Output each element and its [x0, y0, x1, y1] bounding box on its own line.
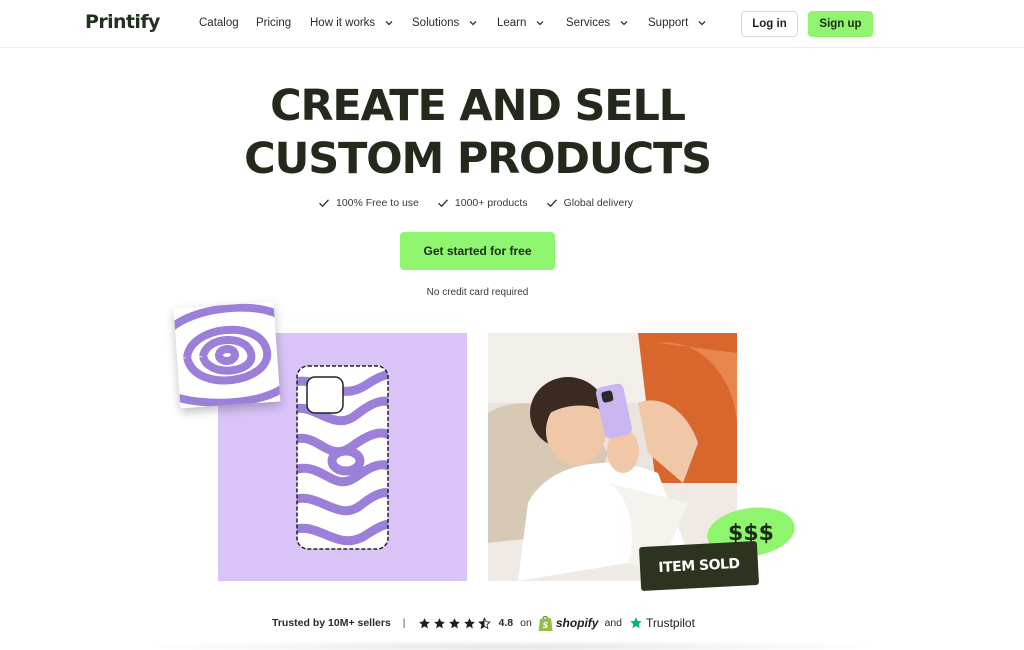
nav-services[interactable]: Services	[566, 17, 629, 29]
trusted-sellers-text: Trusted by 10M+ sellers	[272, 617, 391, 629]
star-icon	[463, 617, 475, 628]
feature-list: 100% Free to use 1000+ products Global d…	[318, 197, 633, 209]
shopify-logo[interactable]: S shopify	[538, 615, 599, 632]
signup-button[interactable]: Sign up	[808, 11, 873, 37]
login-button[interactable]: Log in	[741, 11, 798, 37]
chevron-down-icon	[469, 21, 477, 26]
hero-title-line-1: CREATE AND SELL	[270, 81, 686, 131]
feature-label: 1000+ products	[454, 197, 528, 209]
nav-learn-label: Learn	[497, 17, 527, 29]
nav-how-it-works-label: How it works	[310, 17, 376, 29]
rating-stars	[418, 616, 491, 630]
trustpilot-logo[interactable]: Trustpilot	[629, 616, 695, 630]
rating-value: 4.8	[498, 617, 514, 629]
trustpilot-label: Trustpilot	[646, 616, 695, 630]
pattern-sticker	[173, 301, 281, 409]
shopify-label: shopify	[555, 616, 599, 630]
feature-item: 100% Free to use	[318, 197, 419, 209]
chevron-down-icon	[698, 21, 706, 26]
trust-on-word: on	[520, 617, 532, 629]
hero-title-line-2: CUSTOM PRODUCTS	[244, 134, 712, 184]
star-icon	[448, 617, 460, 628]
star-icon	[433, 617, 445, 628]
chevron-down-icon	[385, 21, 393, 26]
nav-solutions[interactable]: Solutions	[412, 17, 478, 29]
nav-catalog-label: Catalog	[199, 17, 239, 29]
nav-solutions-label: Solutions	[412, 17, 460, 29]
shopify-bag-icon: S	[538, 615, 553, 631]
top-navigation: Printify Catalog Pricing How it works So…	[0, 0, 1024, 48]
trust-bar: Trusted by 10M+ sellers | 4.8 on S shopi…	[272, 612, 695, 634]
checkmark-icon	[546, 199, 557, 208]
trust-and-word: and	[604, 617, 623, 629]
nav-pricing-label: Pricing	[256, 17, 292, 29]
nav-support-label: Support	[648, 17, 689, 29]
nav-support[interactable]: Support	[648, 17, 707, 29]
checkmark-icon	[437, 199, 448, 208]
half-star-icon	[477, 616, 491, 629]
nav-pricing[interactable]: Pricing	[256, 17, 291, 29]
swirl-pattern-graphic	[173, 301, 281, 409]
checkmark-icon	[319, 199, 329, 208]
hero-title: CREATE AND SELL CUSTOM PRODUCTS	[0, 80, 955, 186]
nav-catalog[interactable]: Catalog	[199, 17, 239, 29]
nav-services-label: Services	[566, 17, 611, 29]
nav-how-it-works[interactable]: How it works	[310, 17, 394, 29]
section-shadow	[130, 640, 890, 650]
trustpilot-star-icon	[630, 617, 642, 629]
printify-logo[interactable]: Printify	[85, 11, 160, 33]
chevron-down-icon	[536, 21, 544, 26]
feature-item: Global delivery	[546, 197, 633, 209]
nav-learn[interactable]: Learn	[497, 17, 545, 29]
svg-text:S: S	[542, 621, 548, 630]
feature-item: 1000+ products	[437, 197, 528, 209]
feature-label: 100% Free to use	[336, 197, 419, 209]
feature-label: Global delivery	[563, 197, 634, 209]
star-icon	[418, 617, 430, 628]
item-sold-badge: ITEM SOLD	[638, 540, 760, 592]
get-started-button[interactable]: Get started for free	[400, 232, 555, 270]
chevron-down-icon	[620, 21, 628, 26]
trust-separator: |	[402, 617, 406, 629]
cta-note: No credit card required	[426, 287, 529, 298]
phone-case-mockup	[296, 365, 389, 550]
